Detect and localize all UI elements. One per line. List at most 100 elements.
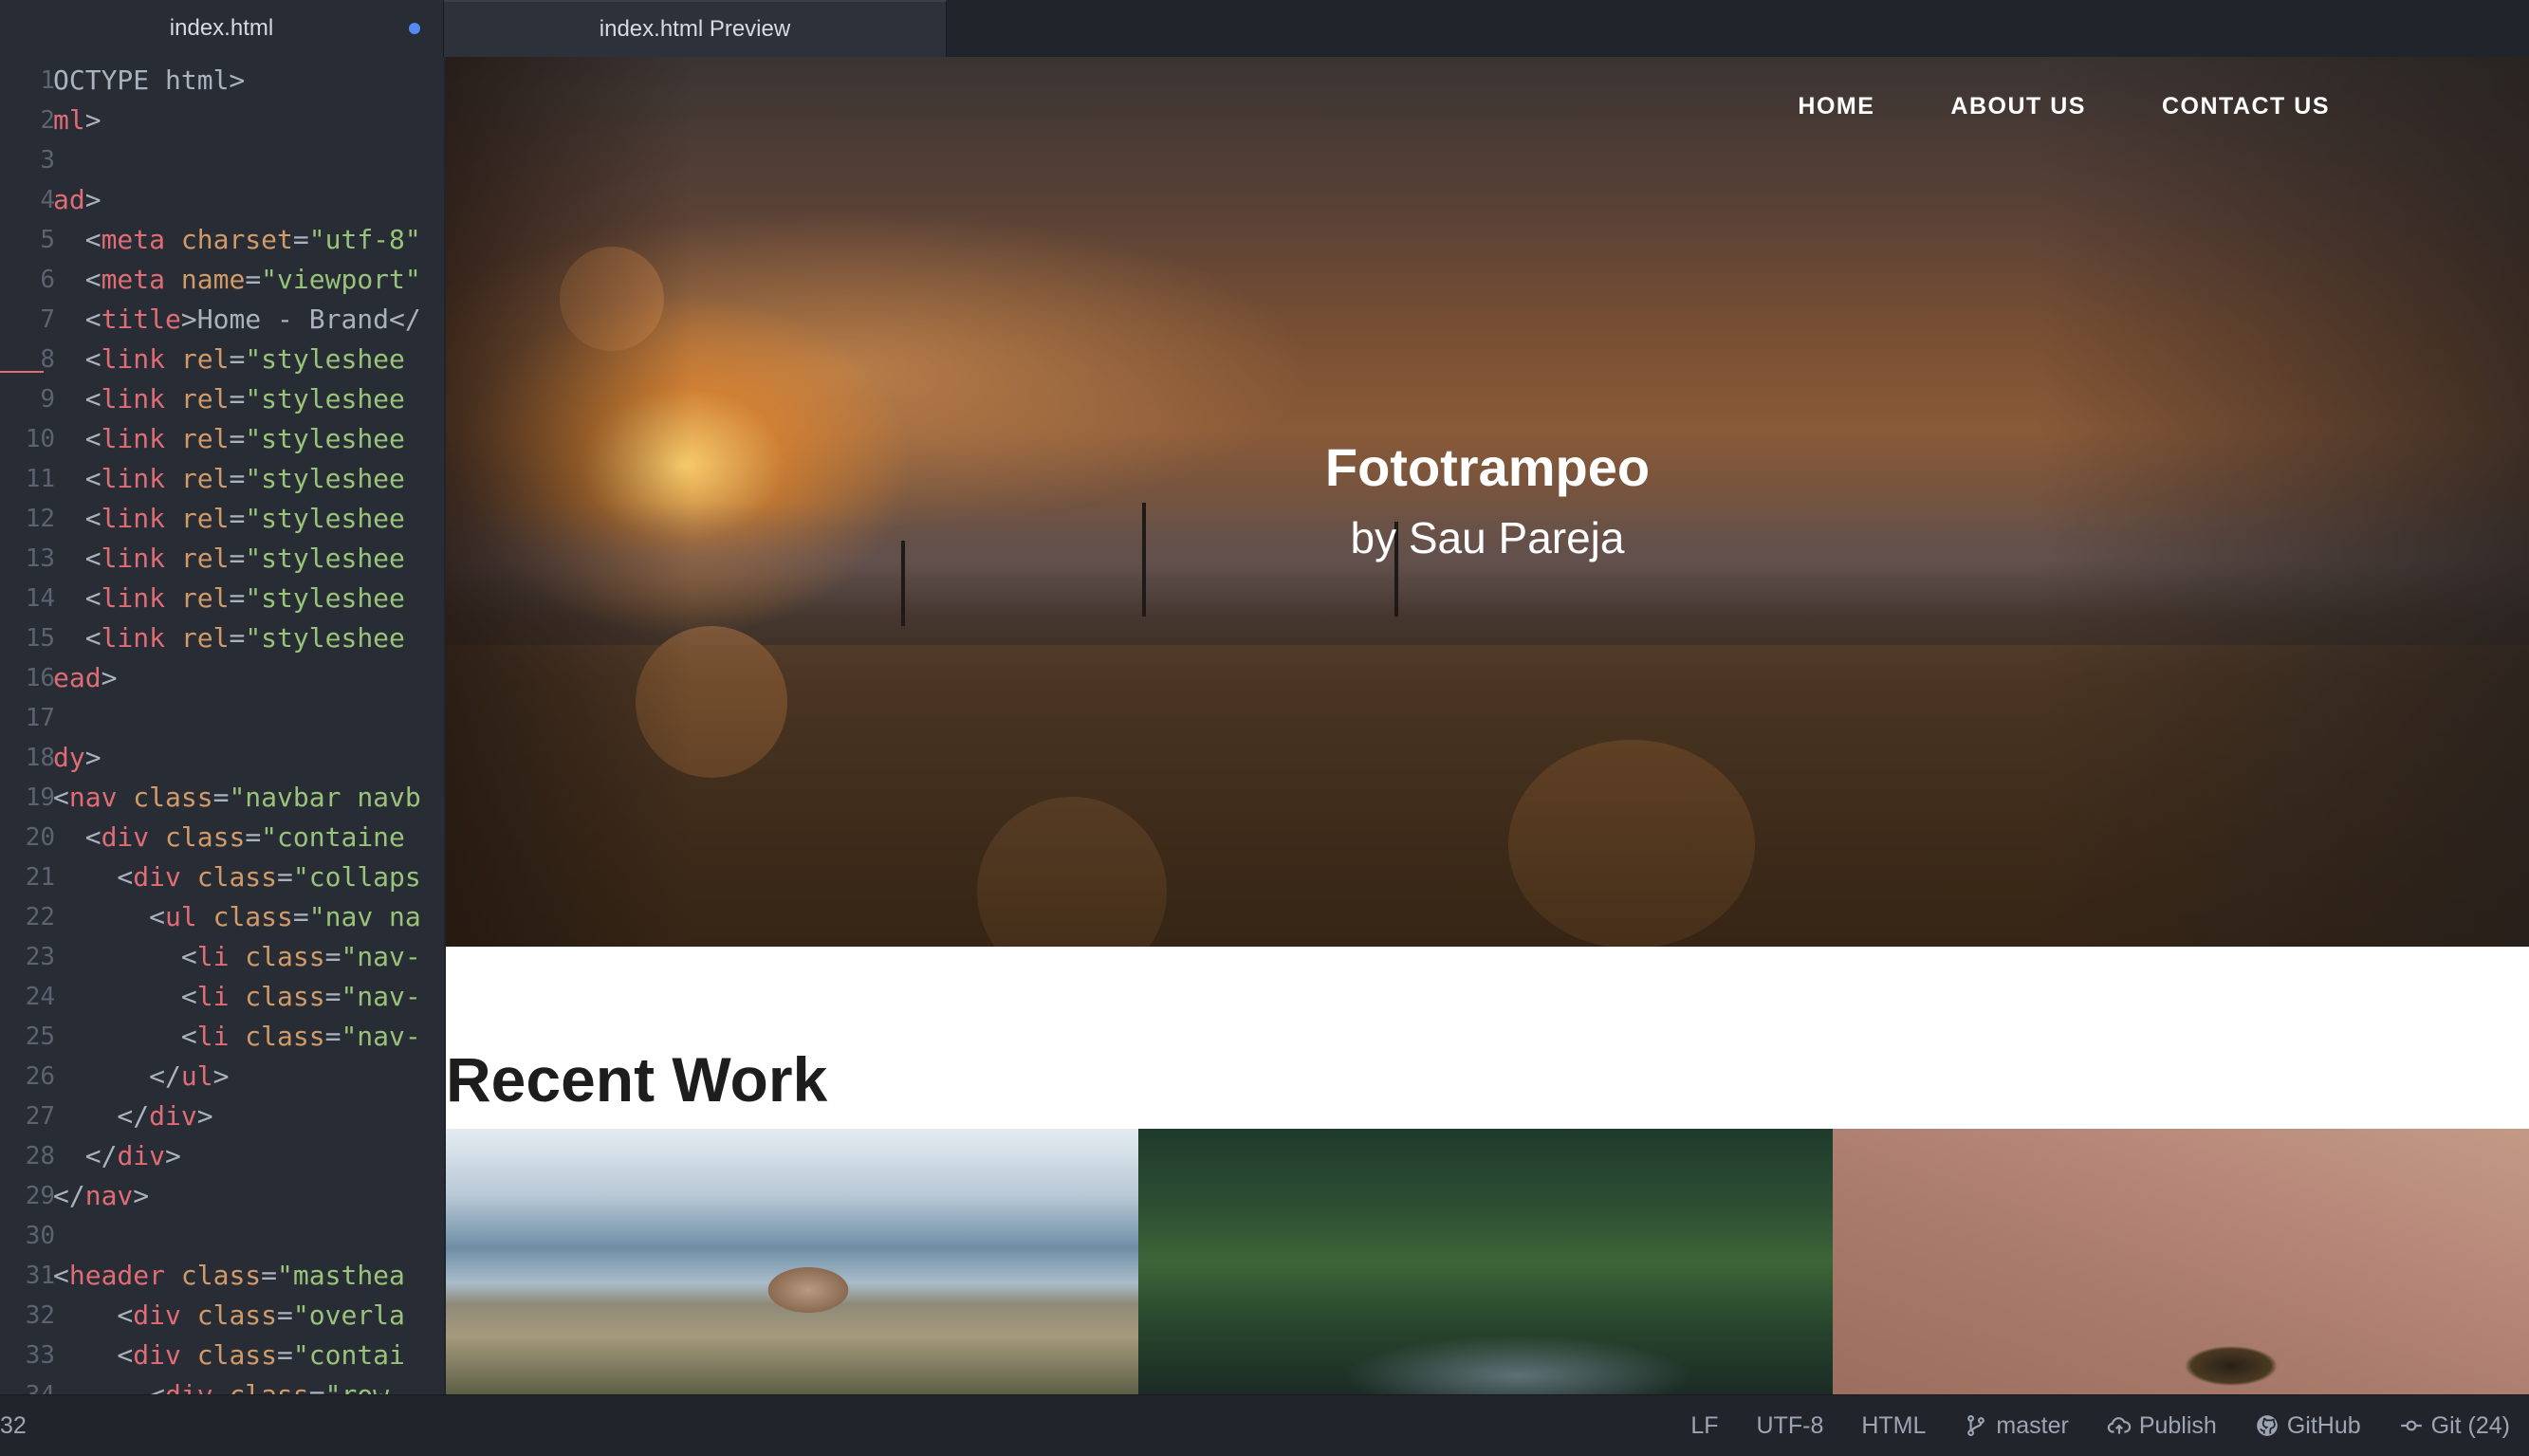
code-token: = (229, 463, 246, 494)
code-line[interactable]: 4 ad> (0, 180, 444, 220)
code-line[interactable]: 18 dy> (0, 738, 444, 778)
code-line[interactable]: 2 ml> (0, 101, 444, 140)
code-line[interactable]: 5 <meta charset="utf-8" (0, 220, 444, 260)
code-line[interactable]: 29 </nav> (0, 1176, 444, 1216)
code-token: charset (180, 224, 293, 255)
code-line[interactable]: 24 <li class="nav- (0, 977, 444, 1017)
code-token: "styleshee (245, 622, 405, 654)
code-token: div (133, 861, 181, 893)
code-line[interactable]: 30 (0, 1216, 444, 1256)
code-token: dy (53, 742, 85, 773)
nav-link-about-us[interactable]: ABOUT US (1950, 93, 2086, 120)
recent-work-image-rocks[interactable] (446, 1129, 1138, 1394)
code-token: div (117, 1140, 166, 1171)
code-line[interactable]: 9 <link rel="styleshee (0, 379, 444, 419)
code-line[interactable]: 22 <ul class="nav na (0, 897, 444, 937)
recent-work-image-insect[interactable] (1833, 1129, 2529, 1394)
nav-link-home[interactable]: HOME (1798, 93, 1874, 120)
code-line[interactable]: 26 </ul> (0, 1057, 444, 1097)
code-token: class (180, 1260, 262, 1291)
code-text: <div class="contai (53, 1336, 444, 1375)
nav-link-contact-us[interactable]: CONTACT US (2162, 93, 2330, 120)
code-line[interactable]: 12 <link rel="styleshee (0, 499, 444, 539)
git-branch-icon (1967, 1414, 1985, 1437)
code-token: < (53, 543, 102, 574)
code-text: </nav> (53, 1176, 444, 1216)
github-label: GitHub (2286, 1411, 2361, 1439)
branch-indicator[interactable]: master (1964, 1412, 2069, 1440)
code-token: rel (180, 503, 230, 534)
line-number: 21 (25, 863, 55, 892)
code-token: "styleshee (245, 543, 405, 574)
code-line[interactable]: 27 </div> (0, 1097, 444, 1136)
line-number: 5 (40, 226, 55, 254)
code-line[interactable]: 10 <link rel="styleshee (0, 419, 444, 459)
code-line[interactable]: 3 (0, 140, 444, 180)
code-line[interactable]: 7 <title>Home - Brand</ (0, 300, 444, 340)
code-token: = (229, 503, 246, 534)
code-line[interactable]: 1 OCTYPE html> (0, 61, 444, 101)
code-line[interactable]: 20 <div class="containe (0, 818, 444, 857)
line-number: 31 (25, 1262, 55, 1290)
code-line[interactable]: 8 <link rel="styleshee (0, 340, 444, 379)
code-line[interactable]: 31 <header class="masthea (0, 1256, 444, 1296)
code-editor[interactable]: 1 OCTYPE html> 2 ml> 3 4 ad> 5 <meta charset="u… (0, 57, 444, 1394)
code-line[interactable]: 14 <link rel="styleshee (0, 579, 444, 618)
recent-work-image-forest[interactable] (1138, 1129, 1833, 1394)
code-text: <div class="collaps (53, 857, 444, 897)
code-token: "styleshee (245, 343, 405, 375)
code-text: </ul> (53, 1057, 444, 1097)
line-number: 6 (40, 266, 55, 294)
code-line[interactable]: 17 (0, 698, 444, 738)
code-token: < (53, 423, 102, 454)
tab-index-html[interactable]: index.html (0, 0, 444, 57)
cursor-position[interactable]: 32 (0, 1395, 27, 1456)
encoding-indicator[interactable]: UTF-8 (1757, 1412, 1824, 1440)
code-token: title (101, 304, 181, 335)
code-line[interactable]: 19 <nav class="navbar navb (0, 778, 444, 818)
code-token: div (101, 821, 150, 853)
line-ending-indicator[interactable]: LF (1690, 1412, 1718, 1440)
code-line[interactable]: 28 </div> (0, 1136, 444, 1176)
publish-label: Publish (2138, 1411, 2217, 1439)
code-line[interactable]: 21 <div class="collaps (0, 857, 444, 897)
code-token: "styleshee (245, 463, 405, 494)
code-line[interactable]: 11 <link rel="styleshee (0, 459, 444, 499)
code-token: > (84, 742, 102, 773)
code-line[interactable]: 23 <li class="nav- (0, 937, 444, 977)
code-token: class (245, 1021, 325, 1052)
git-button[interactable]: Git (24) (2399, 1412, 2510, 1440)
code-line[interactable]: 16 ead> (0, 658, 444, 698)
code-line[interactable]: 34 <div class="row (0, 1375, 444, 1394)
code-line[interactable]: 6 <meta name="viewport" (0, 260, 444, 300)
code-line[interactable]: 13 <link rel="styleshee (0, 539, 444, 579)
code-token: < (53, 463, 102, 494)
code-token: link (101, 582, 166, 614)
code-token: class (165, 821, 246, 853)
github-button[interactable]: GitHub (2255, 1412, 2361, 1440)
code-token: "styleshee (245, 503, 405, 534)
tab-index-html-preview[interactable]: index.html Preview (444, 0, 947, 57)
code-token: < (53, 861, 134, 893)
code-line[interactable]: 33 <div class="contai (0, 1336, 444, 1375)
code-line[interactable]: 15 <link rel="styleshee (0, 618, 444, 658)
navbar: HOME ABOUT US CONTACT US (1798, 93, 2330, 120)
code-token: = (324, 981, 342, 1012)
html-preview-pane[interactable]: HOME ABOUT US CONTACT US Fototrampeo by … (446, 57, 2529, 1394)
publish-button[interactable]: Publish (2107, 1412, 2217, 1440)
code-text: ad> (53, 180, 444, 220)
code-text: <link rel="styleshee (53, 539, 444, 579)
code-line[interactable]: 32 <div class="overla (0, 1296, 444, 1336)
code-text: ml> (53, 101, 444, 140)
github-icon (2256, 1415, 2278, 1436)
code-token: = (277, 1299, 293, 1331)
code-token: </ (53, 1100, 150, 1132)
grammar-indicator[interactable]: HTML (1861, 1412, 1926, 1440)
code-token: < (53, 981, 197, 1012)
code-text: <header class="masthea (53, 1256, 444, 1296)
code-token: link (101, 543, 166, 574)
code-line[interactable]: 25 <li class="nav- (0, 1017, 444, 1057)
code-text: <div class="overla (53, 1296, 444, 1336)
